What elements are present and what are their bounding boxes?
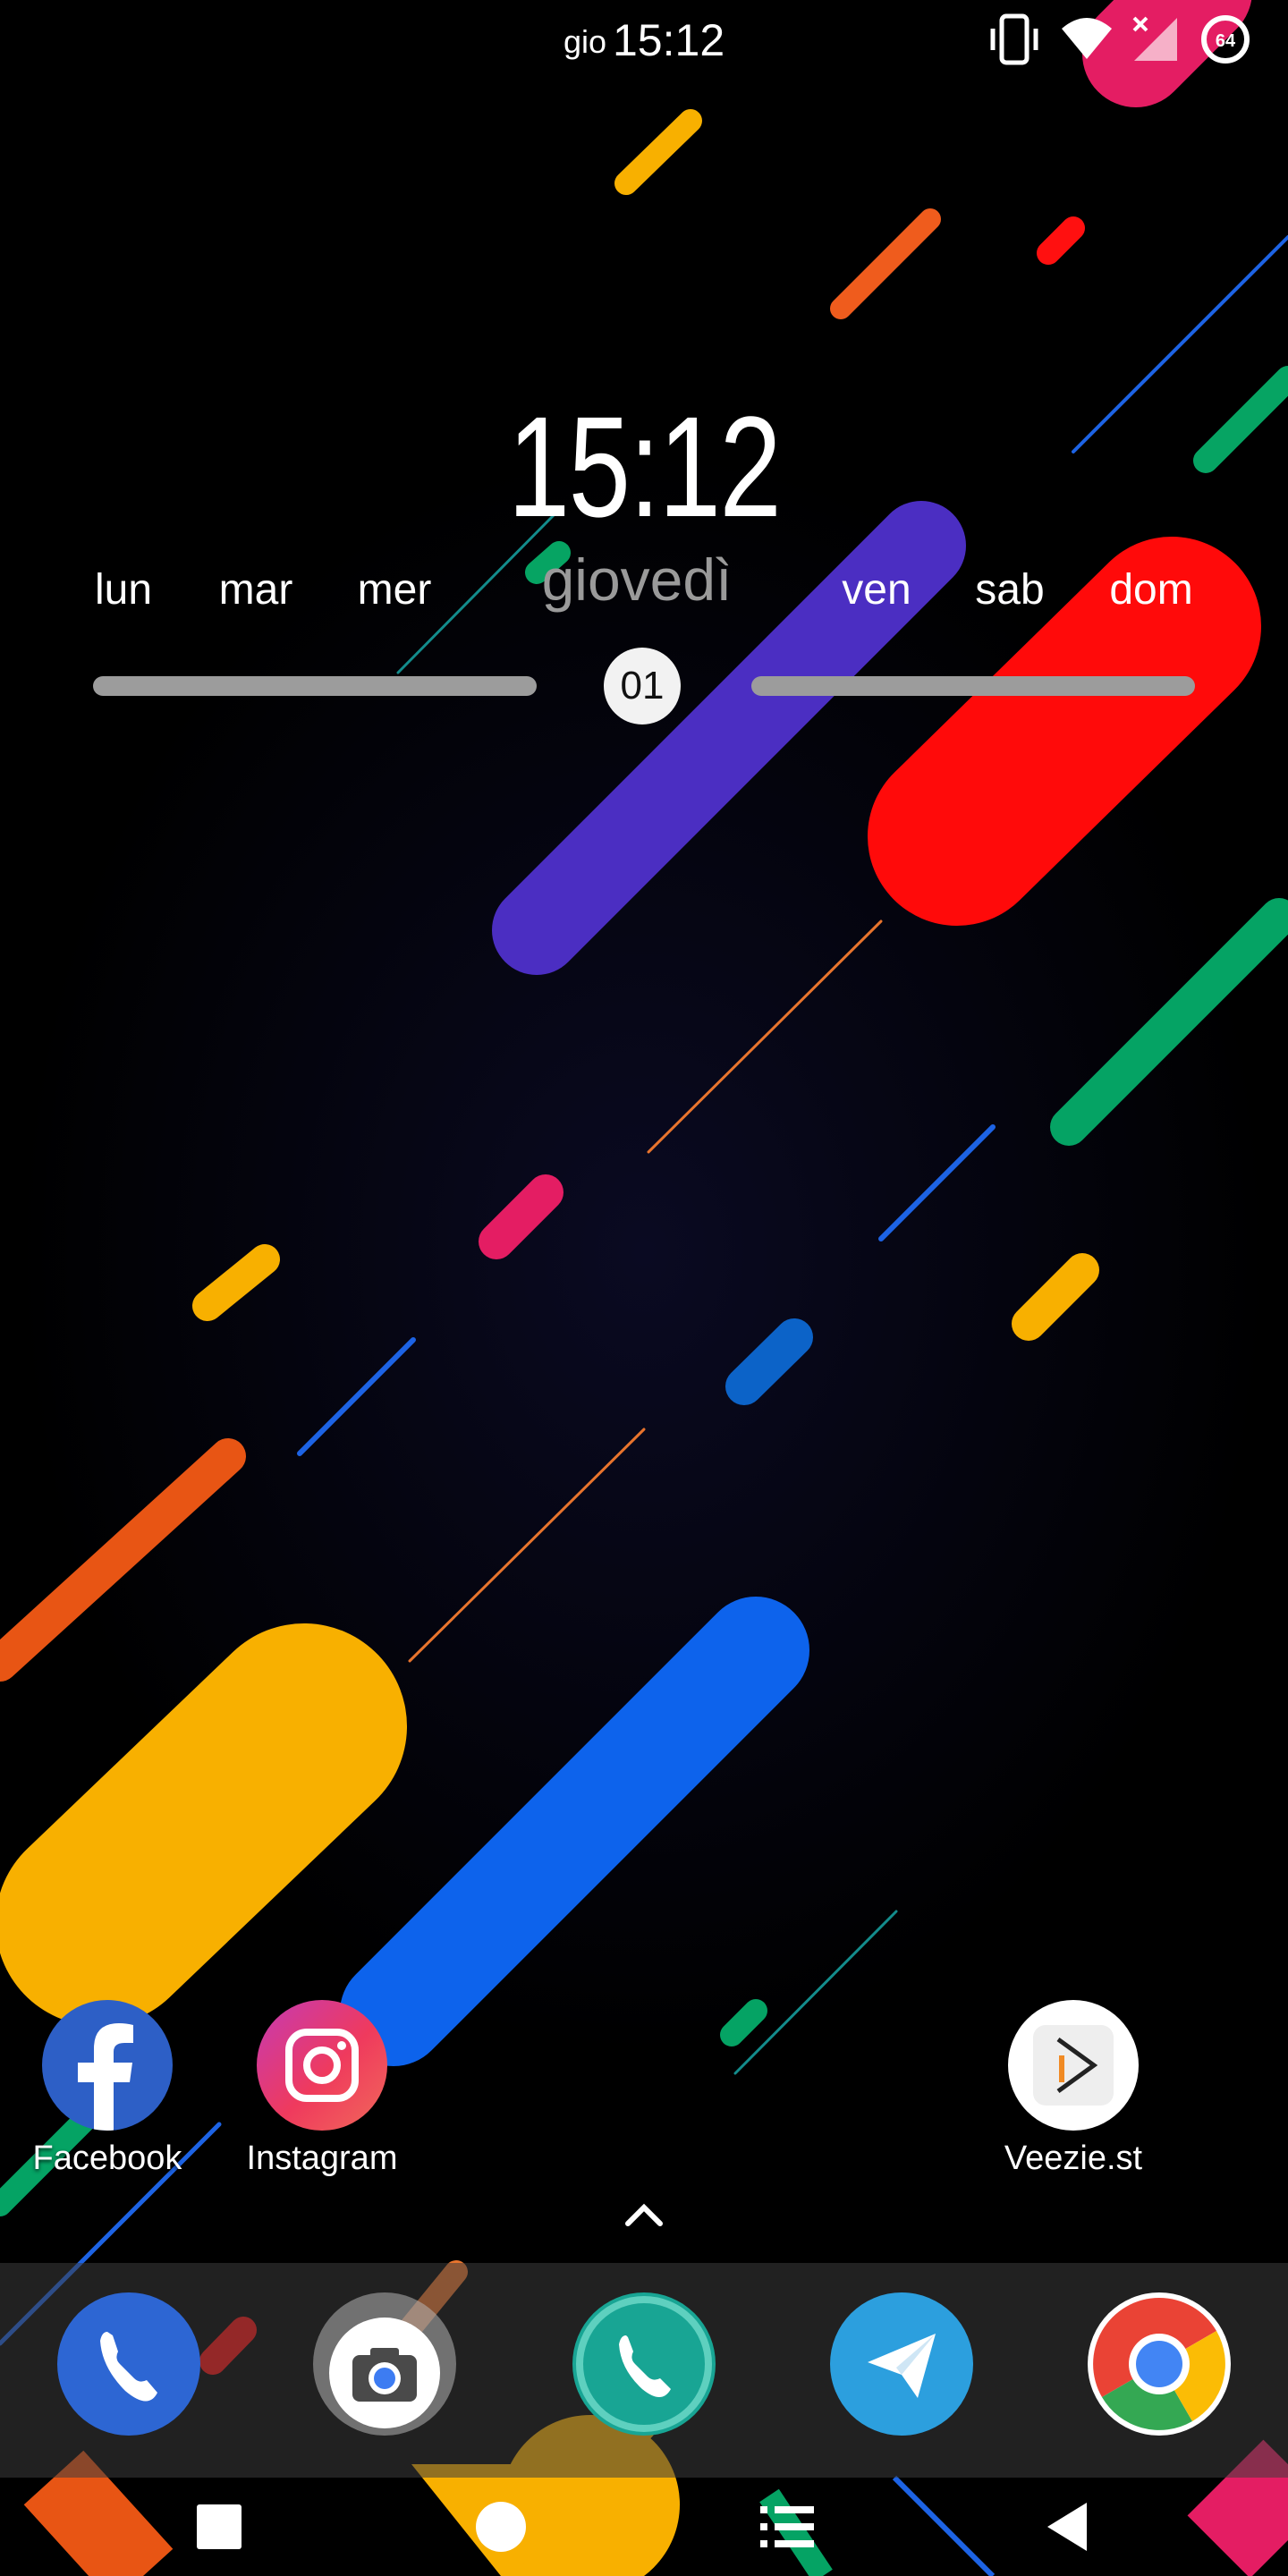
telegram-icon (868, 2334, 936, 2398)
facebook-icon (42, 2000, 173, 2131)
back-button[interactable] (1024, 2496, 1114, 2558)
phone-icon (100, 2332, 157, 2402)
app-drawer-caret-icon[interactable] (621, 2200, 667, 2229)
chrome-icon (1093, 2298, 1225, 2430)
battery-icon: 64 (1201, 15, 1250, 64)
dock-camera[interactable] (313, 2292, 456, 2436)
day-mer: mer (357, 566, 432, 614)
week-progress-left (93, 676, 537, 696)
status-bar: gio 15:12 64 (0, 0, 1288, 80)
day-sab: sab (975, 566, 1045, 614)
weekday-row: lun mar mer giovedì ven sab dom (0, 547, 1288, 626)
date-badge[interactable]: 01 (604, 648, 681, 724)
day-today: giovedì (541, 547, 733, 613)
day-ven: ven (842, 566, 911, 614)
signal-icon (1132, 16, 1177, 61)
dock-chrome[interactable] (1088, 2292, 1231, 2436)
app-veezie[interactable]: Veezie.st (975, 2000, 1172, 2178)
status-time: 15:12 (613, 15, 725, 65)
veezie-icon (1008, 2000, 1139, 2131)
menu-button[interactable] (742, 2496, 832, 2558)
instagram-icon (257, 2000, 387, 2131)
app-instagram[interactable]: Instagram (224, 2000, 420, 2178)
app-facebook[interactable]: Facebook (9, 2000, 206, 2178)
home-button[interactable] (456, 2496, 546, 2558)
whatsapp-icon (576, 2296, 712, 2432)
dock-whatsapp[interactable] (572, 2292, 716, 2436)
day-dom: dom (1109, 566, 1193, 614)
app-label: Instagram (246, 2140, 398, 2177)
day-mar: mar (218, 566, 293, 614)
svg-text:64: 64 (1216, 31, 1236, 51)
dock-telegram[interactable] (830, 2292, 973, 2436)
navigation-bar (0, 2478, 1288, 2576)
wifi-icon (1062, 18, 1112, 59)
camera-icon (329, 2318, 440, 2428)
widget-clock[interactable]: 15:12 (141, 385, 1146, 549)
app-label: Facebook (32, 2140, 182, 2177)
week-progress-right (751, 676, 1195, 696)
status-day: gio (564, 23, 607, 60)
app-label: Veezie.st (1004, 2140, 1143, 2177)
recents-button[interactable] (174, 2496, 264, 2558)
vibrate-icon (990, 13, 1038, 65)
dock-phone[interactable] (57, 2292, 200, 2436)
day-lun: lun (94, 566, 153, 614)
